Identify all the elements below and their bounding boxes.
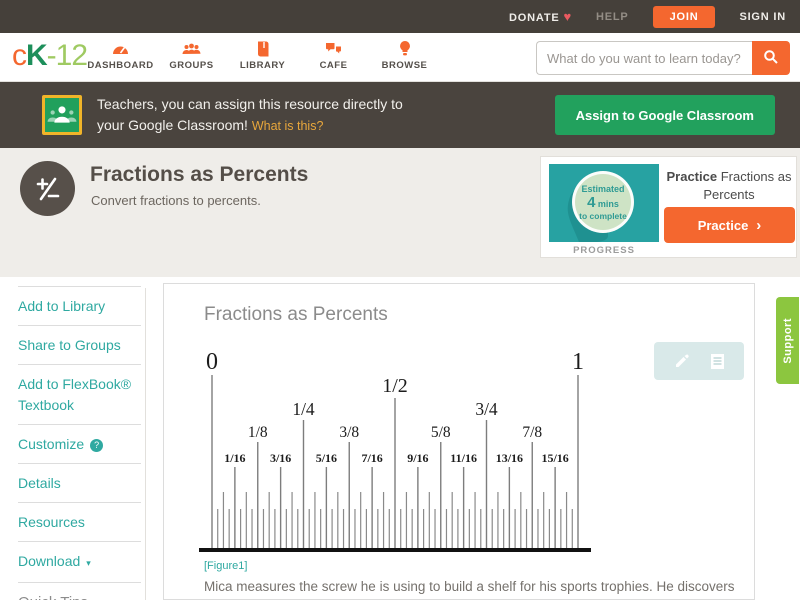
- lesson-paragraph: Mica measures the screw he is using to b…: [204, 579, 735, 599]
- google-classroom-icon: [42, 95, 82, 135]
- banner-line1: Teachers, you can assign this resource d…: [97, 96, 403, 112]
- badge-unit: mins: [595, 198, 619, 209]
- groups-icon: [156, 40, 227, 58]
- support-tab-label: Support: [781, 317, 794, 364]
- badge-line3: to complete: [579, 210, 627, 221]
- sidebar-item-quick-tips[interactable]: Quick Tips: [18, 583, 141, 600]
- customize-label: Customize: [18, 436, 85, 452]
- donate-link[interactable]: DONATE ♥: [509, 9, 572, 24]
- svg-text:1/8: 1/8: [248, 424, 268, 441]
- progress-label: PROGRESS: [573, 245, 635, 256]
- content-heading: Fractions as Percents: [204, 304, 388, 325]
- svg-text:1: 1: [572, 349, 584, 375]
- nav-label: DASHBOARD: [87, 60, 154, 71]
- svg-text:3/8: 3/8: [339, 424, 359, 441]
- heart-icon: ♥: [563, 9, 573, 24]
- sidebar-item-resources[interactable]: Resources: [18, 503, 141, 542]
- nav-label: CAFE: [319, 60, 348, 71]
- nav-item-library[interactable]: LIBRARY: [227, 37, 298, 71]
- browse-icon: [369, 40, 440, 58]
- svg-text:5/8: 5/8: [431, 424, 451, 441]
- notes-icon[interactable]: [710, 353, 725, 370]
- sign-in-link[interactable]: SIGN IN: [739, 11, 786, 23]
- search-input[interactable]: [536, 41, 752, 75]
- annotation-toolbar: [654, 342, 744, 380]
- svg-text:9/16: 9/16: [407, 451, 428, 465]
- donate-label: DONATE: [509, 12, 560, 24]
- sidebar-item-details[interactable]: Details: [18, 464, 141, 503]
- support-tab[interactable]: Support: [776, 297, 799, 384]
- sidebar-item-download[interactable]: Download ▾: [18, 542, 141, 583]
- assign-to-classroom-button[interactable]: Assign to Google Classroom: [554, 95, 775, 135]
- highlighter-icon[interactable]: [673, 353, 690, 370]
- nav-label: GROUPS: [169, 60, 214, 71]
- banner-line2: your Google Classroom!: [97, 117, 248, 133]
- figure-caption[interactable]: [Figure1]: [204, 560, 247, 572]
- svg-text:3/4: 3/4: [475, 399, 498, 419]
- sidebar-item-add-to-flexbook[interactable]: Add to FlexBook® Textbook: [18, 365, 141, 425]
- nav-label: BROWSE: [381, 60, 428, 71]
- plus-minus-icon: [20, 161, 75, 216]
- ck12-logo[interactable]: cK-12: [12, 39, 88, 73]
- sidebar-item-customize[interactable]: Customize?: [18, 425, 141, 464]
- logo-k: K: [26, 39, 48, 72]
- help-question-icon[interactable]: ?: [90, 439, 104, 452]
- svg-text:7/8: 7/8: [522, 424, 542, 441]
- practice-thumbnail: Estimated 4 mins to complete: [549, 164, 659, 242]
- search-button[interactable]: [752, 41, 790, 75]
- svg-text:5/16: 5/16: [316, 451, 337, 465]
- svg-text:1/2: 1/2: [382, 375, 408, 397]
- page-title: Fractions as Percents: [90, 163, 309, 186]
- nav-item-cafe[interactable]: CAFE: [298, 37, 369, 71]
- dashboard-icon: [85, 40, 156, 58]
- nav-item-browse[interactable]: BROWSE: [369, 37, 440, 71]
- practice-title-bold: Practice: [666, 169, 718, 184]
- svg-text:13/16: 13/16: [496, 451, 523, 465]
- number-line-figure: 0 1 1/2 1/4 3/4 1/8 3/8 5/8 7/8 1/16 3/16 5/16 7/16 9…: [199, 349, 591, 552]
- help-link[interactable]: HELP: [596, 11, 629, 23]
- svg-text:1/4: 1/4: [292, 399, 315, 419]
- nav-item-dashboard[interactable]: DASHBOARD: [85, 37, 156, 71]
- logo-c: c: [12, 39, 27, 72]
- nav-label: LIBRARY: [239, 60, 286, 71]
- practice-title: Practice Fractions as Percents: [661, 168, 797, 204]
- nav-item-groups[interactable]: GROUPS: [156, 37, 227, 71]
- svg-text:7/16: 7/16: [361, 451, 382, 465]
- top-bar: DONATE ♥ HELP JOIN SIGN IN: [0, 0, 800, 33]
- ck12-page: DONATE ♥ HELP JOIN SIGN IN cK-12 DASHBOAR…: [0, 0, 800, 600]
- cafe-icon: [298, 40, 369, 58]
- sidebar-divider: [145, 288, 146, 600]
- caret-down-icon: ▾: [86, 558, 91, 568]
- svg-text:15/16: 15/16: [541, 451, 568, 465]
- library-icon: [227, 40, 298, 58]
- practice-title-rest: Fractions as Percents: [703, 169, 792, 202]
- download-label: Download: [18, 553, 81, 569]
- join-button[interactable]: JOIN: [652, 5, 716, 28]
- chevron-right-icon: ›: [756, 216, 762, 234]
- svg-text:1/16: 1/16: [224, 451, 245, 465]
- banner-text: Teachers, you can assign this resource d…: [97, 94, 403, 137]
- lesson-header: Fractions as Percents Convert fractions …: [0, 148, 800, 277]
- sidebar-item-add-to-library[interactable]: Add to Library: [18, 286, 141, 326]
- search-bar: [536, 41, 790, 75]
- nav-bar: cK-12 DASHBOARD GROUPS LIBRARY CAFE BROW…: [0, 33, 800, 82]
- practice-button-label: Practice: [697, 217, 749, 233]
- action-sidebar: Add to Library Share to Groups Add to Fl…: [18, 286, 141, 600]
- classroom-banner: Teachers, you can assign this resource d…: [0, 82, 800, 148]
- page-subtitle: Convert fractions to percents.: [91, 193, 261, 208]
- what-is-this-link[interactable]: What is this?: [252, 119, 324, 133]
- badge-line1: Estimated: [581, 183, 625, 194]
- practice-button[interactable]: Practice ›: [664, 207, 795, 243]
- svg-text:0: 0: [206, 349, 218, 375]
- practice-card: Estimated 4 mins to complete PROGRESS Pr…: [540, 156, 797, 258]
- estimated-time-badge: Estimated 4 mins to complete: [572, 171, 634, 233]
- lesson-content-card: Fractions as Percents 0 1 1/2 1/4 3/4 1/8 3/8 5…: [163, 283, 755, 600]
- svg-text:11/16: 11/16: [450, 451, 477, 465]
- sidebar-item-share-to-groups[interactable]: Share to Groups: [18, 326, 141, 365]
- primary-nav: DASHBOARD GROUPS LIBRARY CAFE BROWSE: [85, 37, 440, 71]
- search-icon: [763, 49, 779, 68]
- logo-suffix: -12: [46, 39, 88, 72]
- svg-text:3/16: 3/16: [270, 451, 291, 465]
